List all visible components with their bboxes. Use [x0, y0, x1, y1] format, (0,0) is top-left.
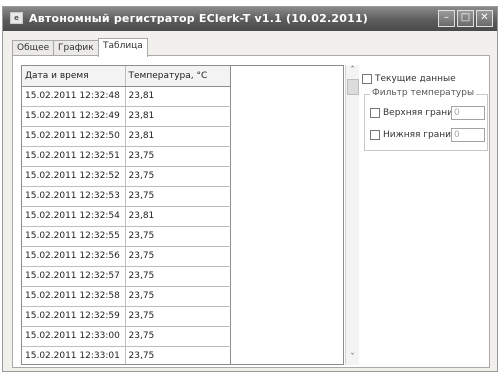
table-row[interactable]: 15.02.2011 12:33:00 23,75 [22, 326, 231, 347]
tab-chart[interactable]: График [53, 40, 99, 56]
title-bar[interactable]: e Автономный регистратор EClerk-T v1.1 (… [3, 7, 497, 31]
column-header-temperature[interactable]: Температура, °C [125, 66, 231, 87]
cell-temperature[interactable]: 23,75 [125, 146, 231, 167]
cell-temperature[interactable]: 23,75 [125, 286, 231, 307]
table-row[interactable]: 15.02.2011 12:32:57 23,75 [22, 266, 231, 287]
cell-temperature[interactable]: 23,81 [125, 106, 231, 127]
current-data-checkbox[interactable]: Текущие данные [362, 74, 456, 84]
cell-temperature[interactable]: 23,75 [125, 186, 231, 207]
cell-temperature[interactable]: 23,75 [125, 306, 231, 327]
table-row[interactable]: 15.02.2011 12:32:55 23,75 [22, 226, 231, 247]
table-row[interactable]: 15.02.2011 12:32:54 23,81 [22, 206, 231, 227]
lower-bound-checkbox[interactable]: Нижняя граница [370, 130, 463, 140]
temperature-filter-group: Фильтр температуры Верхняя граница 0 Ниж… [364, 88, 488, 151]
cell-datetime[interactable]: 15.02.2011 12:32:50 [22, 126, 126, 147]
cell-datetime[interactable]: 15.02.2011 12:32:57 [22, 266, 126, 287]
table-row[interactable]: 15.02.2011 12:33:01 23,75 [22, 346, 231, 364]
lower-bound-input[interactable]: 0 [451, 128, 485, 142]
current-data-label: Текущие данные [375, 74, 456, 84]
close-icon: ✕ [480, 12, 489, 23]
table-row[interactable]: 15.02.2011 12:32:51 23,75 [22, 146, 231, 167]
cell-temperature[interactable]: 23,75 [125, 326, 231, 347]
chevron-up-icon: ˆ [350, 66, 355, 76]
cell-temperature[interactable]: 23,75 [125, 346, 231, 364]
tab-panel-table: Дата и время Температура, °C 15.02.2011 … [12, 55, 490, 368]
data-table: Дата и время Температура, °C 15.02.2011 … [22, 66, 231, 364]
cell-datetime[interactable]: 15.02.2011 12:32:54 [22, 206, 126, 227]
scroll-thumb[interactable] [347, 79, 359, 95]
tab-table[interactable]: Таблица [98, 38, 148, 57]
checkbox-box[interactable] [362, 74, 372, 84]
window-title: Автономный регистратор EClerk-T v1.1 (10… [29, 12, 369, 25]
cell-datetime[interactable]: 15.02.2011 12:32:53 [22, 186, 126, 207]
table-row[interactable]: 15.02.2011 12:32:56 23,75 [22, 246, 231, 267]
table-row[interactable]: 15.02.2011 12:32:48 23,81 [22, 86, 231, 107]
scroll-down-button[interactable]: ˇ [346, 352, 359, 365]
cell-datetime[interactable]: 15.02.2011 12:32:55 [22, 226, 126, 247]
cell-temperature[interactable]: 23,81 [125, 206, 231, 227]
minimize-icon: – [444, 12, 449, 23]
scroll-up-button[interactable]: ˆ [346, 65, 359, 78]
chevron-down-icon: ˇ [350, 353, 355, 363]
table-row[interactable]: 15.02.2011 12:32:53 23,75 [22, 186, 231, 207]
table-header-row: Дата и время Температура, °C [22, 66, 231, 87]
table-row[interactable]: 15.02.2011 12:32:59 23,75 [22, 306, 231, 327]
checkbox-box[interactable] [370, 108, 380, 118]
maximize-button[interactable]: □ [457, 10, 474, 27]
cell-datetime[interactable]: 15.02.2011 12:33:01 [22, 346, 126, 364]
maximize-icon: □ [460, 12, 471, 23]
cell-temperature[interactable]: 23,75 [125, 246, 231, 267]
temperature-filter-label: Фильтр температуры [370, 88, 477, 98]
data-grid[interactable]: Дата и время Температура, °C 15.02.2011 … [21, 65, 344, 365]
cell-temperature[interactable]: 23,75 [125, 166, 231, 187]
upper-bound-input[interactable]: 0 [451, 106, 485, 120]
close-button[interactable]: ✕ [476, 10, 493, 27]
cell-datetime[interactable]: 15.02.2011 12:32:48 [22, 86, 126, 107]
minimize-button[interactable]: – [438, 10, 455, 27]
cell-temperature[interactable]: 23,75 [125, 266, 231, 287]
cell-datetime[interactable]: 15.02.2011 12:33:00 [22, 326, 126, 347]
cell-temperature[interactable]: 23,81 [125, 126, 231, 147]
vertical-scrollbar[interactable]: ˆ ˇ [345, 65, 359, 365]
app-icon: e [10, 12, 23, 24]
cell-datetime[interactable]: 15.02.2011 12:32:58 [22, 286, 126, 307]
cell-temperature[interactable]: 23,81 [125, 86, 231, 107]
tab-general[interactable]: Общее [12, 40, 55, 56]
checkbox-box[interactable] [370, 130, 380, 140]
cell-datetime[interactable]: 15.02.2011 12:32:51 [22, 146, 126, 167]
column-header-datetime[interactable]: Дата и время [22, 66, 126, 87]
table-row[interactable]: 15.02.2011 12:32:58 23,75 [22, 286, 231, 307]
cell-datetime[interactable]: 15.02.2011 12:32:56 [22, 246, 126, 267]
cell-datetime[interactable]: 15.02.2011 12:32:49 [22, 106, 126, 127]
cell-datetime[interactable]: 15.02.2011 12:32:59 [22, 306, 126, 327]
cell-temperature[interactable]: 23,75 [125, 226, 231, 247]
cell-datetime[interactable]: 15.02.2011 12:32:52 [22, 166, 126, 187]
app-window: e Автономный регистратор EClerk-T v1.1 (… [2, 6, 498, 372]
table-row[interactable]: 15.02.2011 12:32:49 23,81 [22, 106, 231, 127]
table-row[interactable]: 15.02.2011 12:32:50 23,81 [22, 126, 231, 147]
table-row[interactable]: 15.02.2011 12:32:52 23,75 [22, 166, 231, 187]
